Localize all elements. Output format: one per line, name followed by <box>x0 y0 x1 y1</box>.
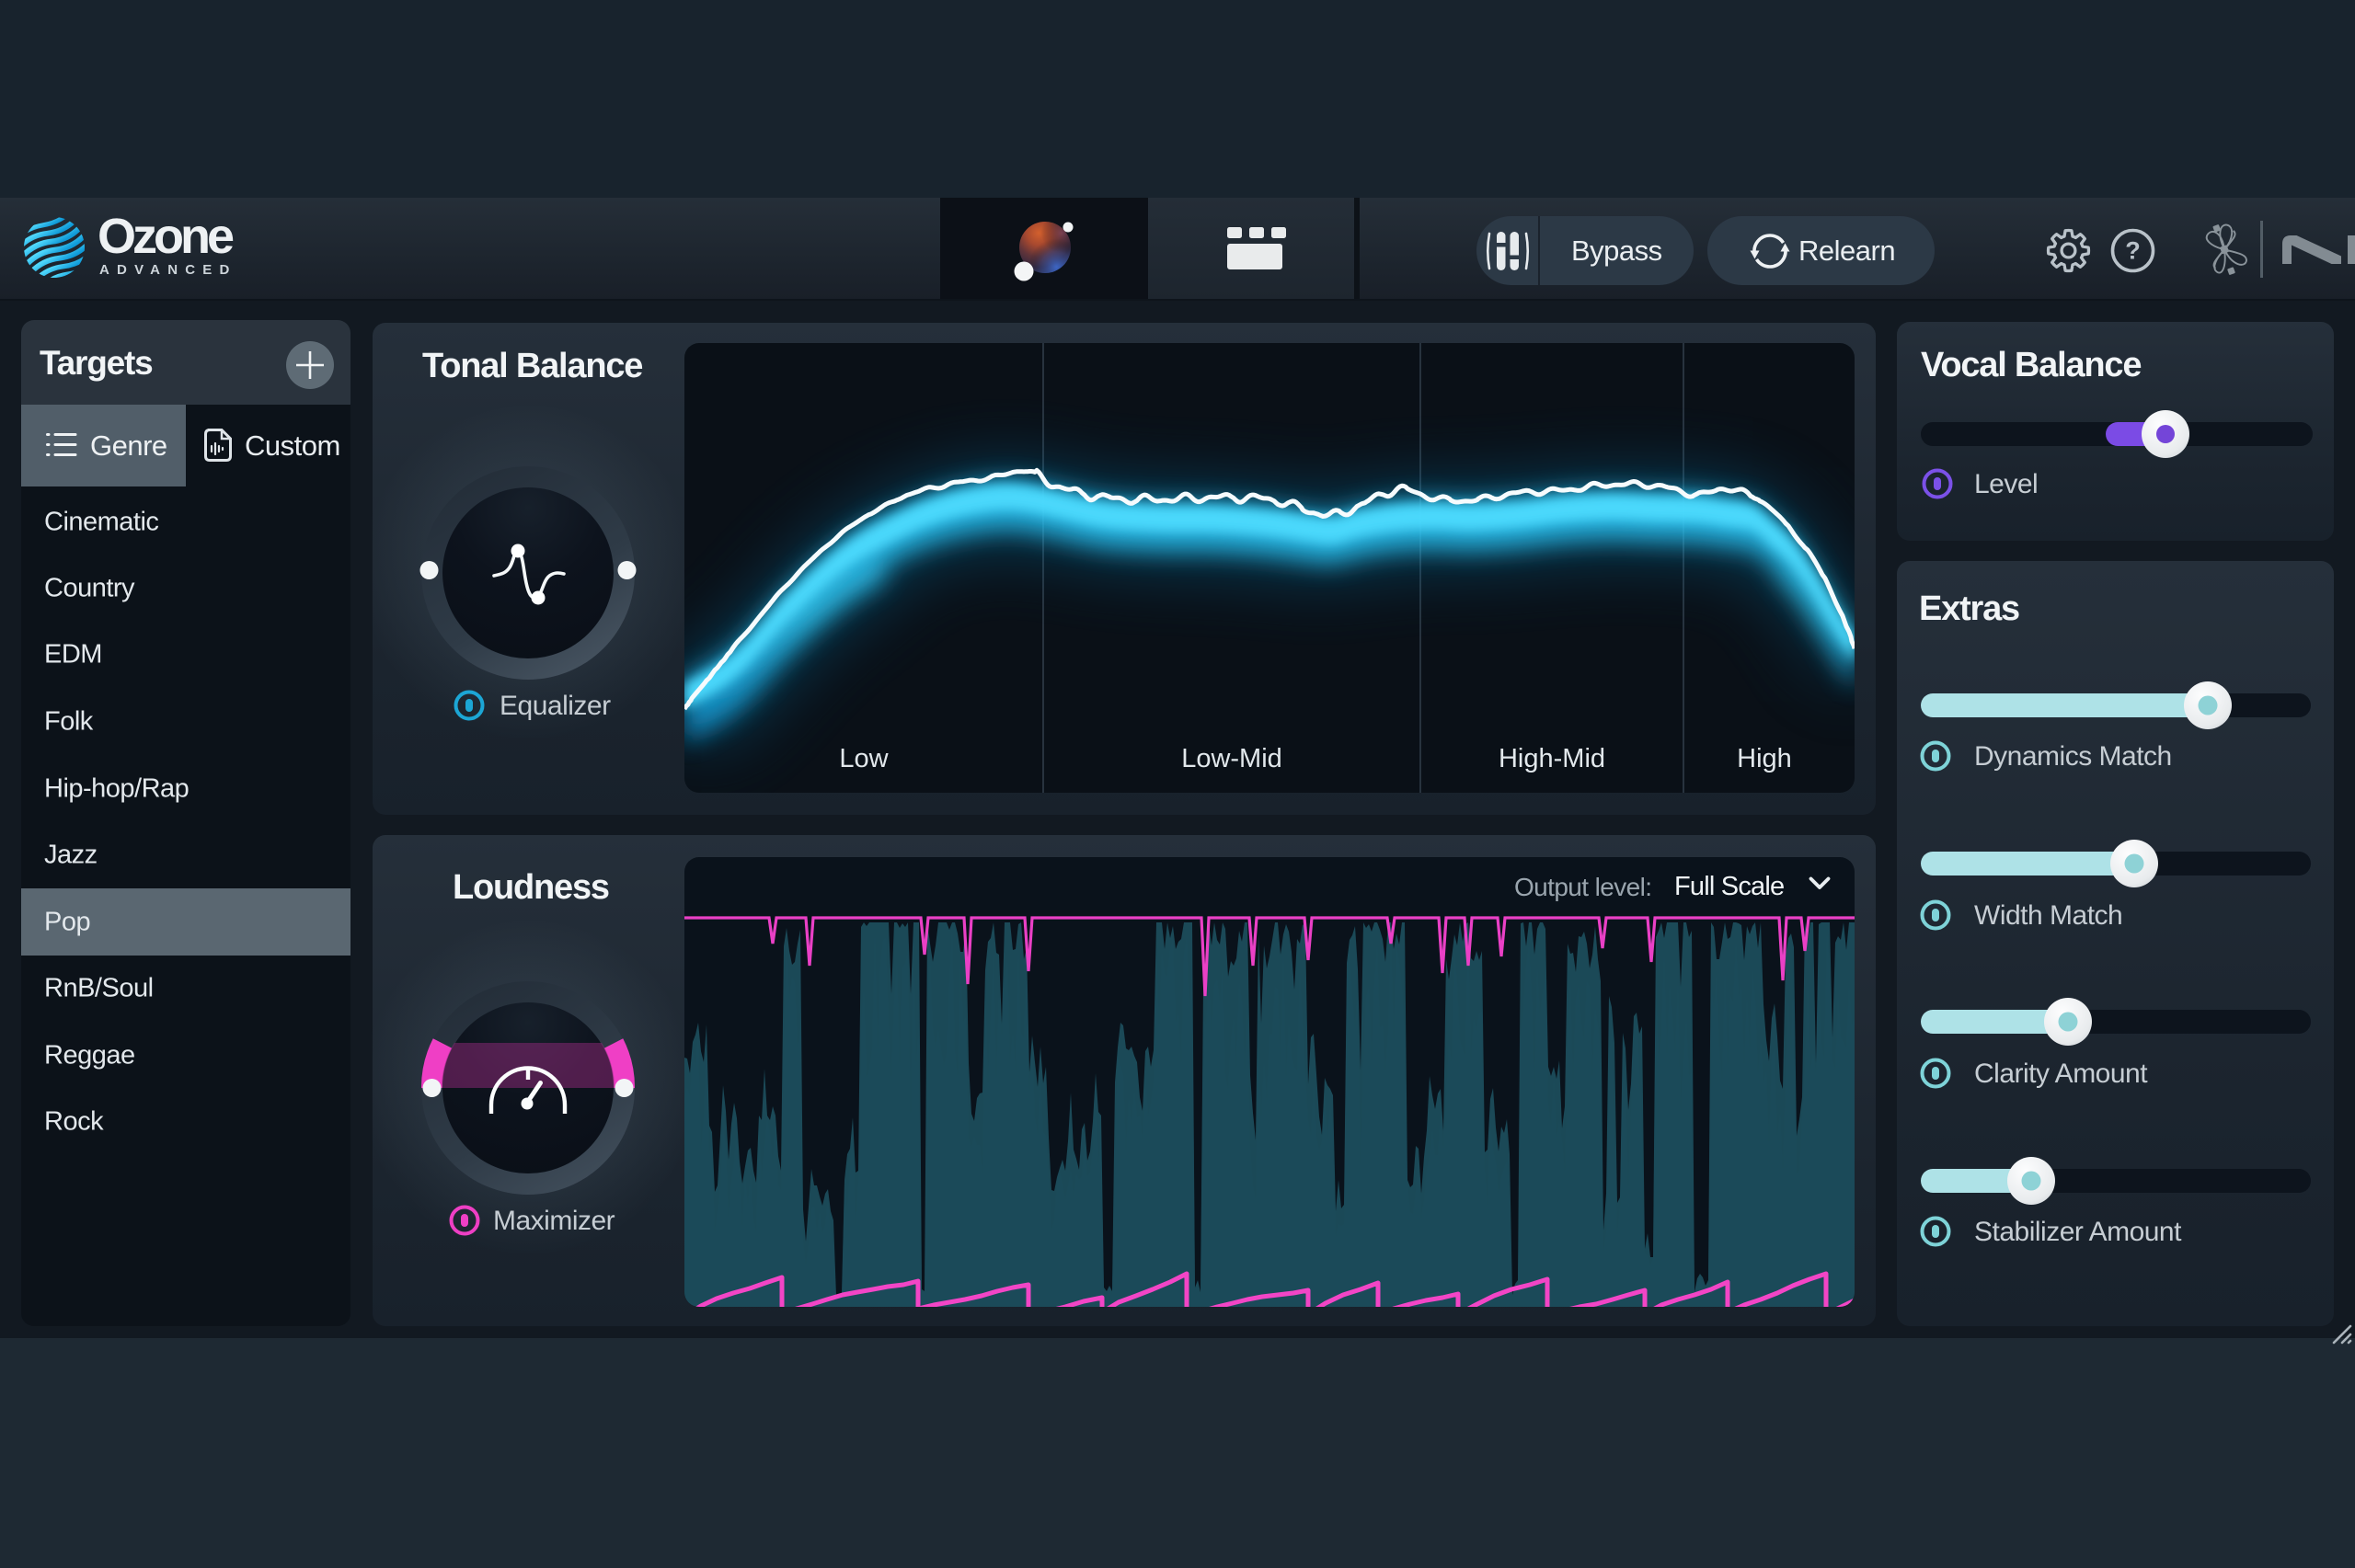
svg-text:High-Mid: High-Mid <box>1499 744 1605 773</box>
svg-text:High: High <box>1737 744 1792 773</box>
svg-text:?: ? <box>2125 237 2141 265</box>
svg-text:Low-Mid: Low-Mid <box>1181 744 1282 773</box>
svg-text:Low: Low <box>839 744 889 773</box>
